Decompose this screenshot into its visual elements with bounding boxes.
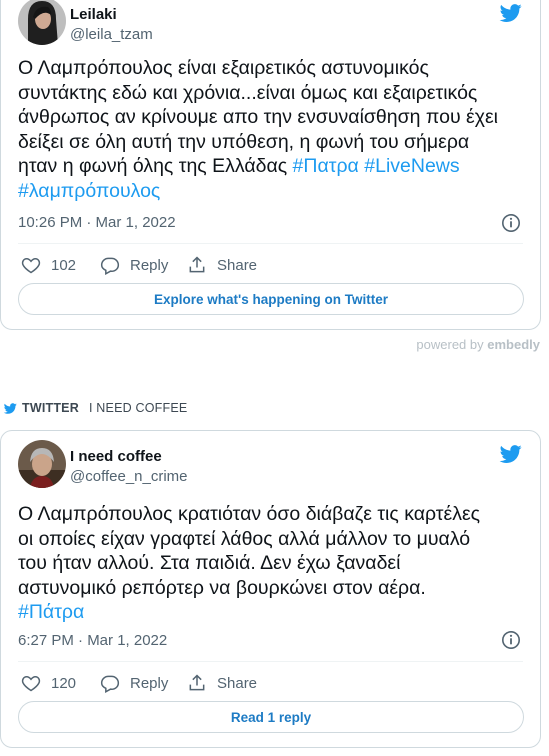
explore-twitter-button[interactable]: Explore what's happening on Twitter <box>18 283 524 315</box>
hashtag-link[interactable]: #Πάτρα <box>18 601 84 623</box>
info-icon[interactable] <box>501 630 521 650</box>
like-count: 120 <box>51 674 77 692</box>
author-avatar[interactable] <box>18 0 66 45</box>
embedly-credit[interactable]: powered by embedly <box>416 337 540 352</box>
tweet-text-line: αστυνομικό ρεπόρτερ να βουρκώνει στον αέ… <box>18 576 426 599</box>
avatar-photo-icon <box>18 0 66 45</box>
tweet-text-line: Ο Λαμπρόπουλος είναι εξαιρετικός αστυνομ… <box>18 57 429 79</box>
read-replies-button[interactable]: Read 1 reply <box>18 701 524 733</box>
avatar-photo-icon <box>18 440 66 488</box>
like-button[interactable]: 102 <box>21 255 76 275</box>
reply-label: Reply <box>130 674 169 692</box>
tweet-text-line: δείξει σε όλη αυτή την υπόθεση, η φωνή τ… <box>18 130 470 153</box>
embedly-powered-by: powered by <box>416 337 484 352</box>
share-label: Share <box>217 256 258 274</box>
author-name[interactable]: I need coffee <box>70 448 162 465</box>
twitter-bird-icon <box>3 402 17 414</box>
hashtag-link[interactable]: #λαμπρόπουλος <box>18 180 160 202</box>
hashtag-link[interactable]: #Πατρα <box>293 155 359 177</box>
tweet-card-2: I need coffee @coffee_n_crime Ο Λαμπρόπο… <box>0 430 541 748</box>
tweet-timestamp[interactable]: 10:26 PM · Mar 1, 2022 <box>18 214 176 231</box>
tweet-text-segment: ηταν η φωνή όλης της Ελλάδας <box>18 155 288 177</box>
reply-label: Reply <box>130 256 169 274</box>
heart-icon <box>21 257 41 274</box>
hashtag-link[interactable]: #LiveNews <box>364 155 459 177</box>
reply-button[interactable]: Reply <box>100 673 168 693</box>
author-name[interactable]: Leilaki <box>70 6 117 23</box>
author-handle[interactable]: @leila_tzam <box>70 26 153 43</box>
section-title: I NEED COFFEE <box>88 401 188 415</box>
twitter-bird-icon[interactable] <box>498 443 524 465</box>
tweet-text-line: του ήταν αλλού. Στα παιδιά. Δεν έχω ξανα… <box>18 552 401 574</box>
like-count: 102 <box>51 256 77 274</box>
tweet-text-line: συντάκτης εδώ και χρόνια...είναι όμως κα… <box>18 81 478 104</box>
tweet-text-line: Ο Λαμπρόπουλος κρατιόταν όσο διάβαζε τις… <box>18 503 481 525</box>
tweet-text-line: #λαμπρόπουλος <box>18 179 523 204</box>
tweet-text: Ο Λαμπρόπουλος είναι εξαιρετικός αστυνομ… <box>18 56 523 203</box>
author-avatar[interactable] <box>18 440 66 488</box>
reply-button[interactable]: Reply <box>100 255 168 275</box>
info-icon[interactable] <box>501 213 521 233</box>
section-brand: TWITTER <box>22 401 79 415</box>
author-handle[interactable]: @coffee_n_crime <box>70 468 188 485</box>
share-icon <box>189 256 205 273</box>
tweet-timestamp[interactable]: 6:27 PM · Mar 1, 2022 <box>18 632 167 649</box>
embedly-brand: embedly <box>487 337 540 352</box>
embed-section-label: TWITTER I NEED COFFEE <box>3 401 187 415</box>
divider <box>18 661 523 662</box>
tweet-text-line: #Πάτρα <box>18 600 523 625</box>
share-button[interactable]: Share <box>187 673 257 693</box>
tweet-text: Ο Λαμπρόπουλος κρατιόταν όσο διάβαζε τις… <box>18 502 523 625</box>
tweet-card-1: Leilaki @leila_tzam Ο Λαμπρόπουλος είναι… <box>0 0 541 330</box>
share-icon <box>189 674 205 691</box>
like-button[interactable]: 120 <box>21 673 76 693</box>
share-button[interactable]: Share <box>187 255 257 275</box>
heart-icon <box>21 675 41 692</box>
twitter-bird-icon[interactable] <box>498 2 524 24</box>
reply-bubble-icon <box>100 675 120 693</box>
tweet-text-line: άνθρωπος αν κρίνουμε απο την ενσυναίσθησ… <box>18 106 498 128</box>
tweet-text-line: ηταν η φωνή όλης της Ελλάδας #Πατρα #Liv… <box>18 154 523 179</box>
share-label: Share <box>217 674 258 692</box>
reply-bubble-icon <box>100 257 120 275</box>
divider <box>18 243 523 244</box>
tweet-text-line: οι οποίες είχαν γραφτεί λάθος αλλά μάλλο… <box>18 527 471 550</box>
